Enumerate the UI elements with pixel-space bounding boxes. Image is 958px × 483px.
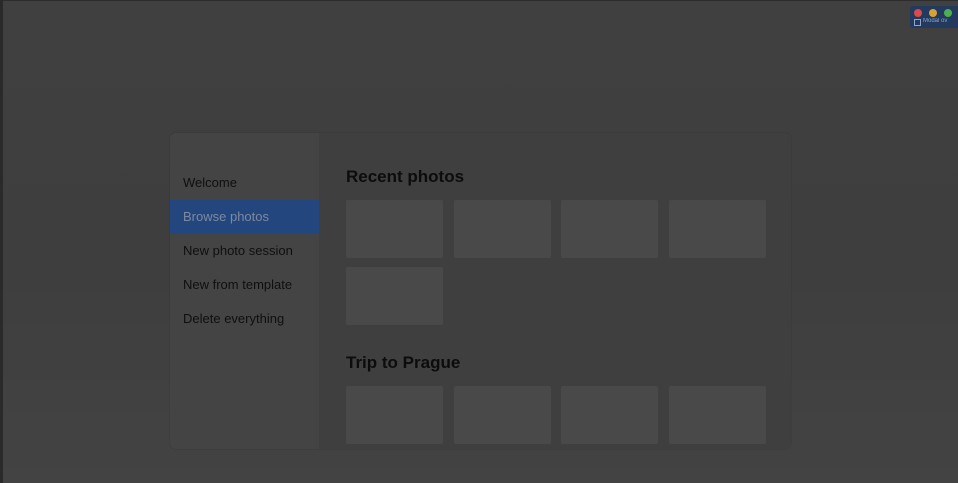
photo-thumbnail[interactable] [346, 200, 443, 258]
sidebar-item-new-from-template[interactable]: New from template [170, 268, 319, 302]
checkbox-icon [914, 19, 921, 26]
photo-thumbnail[interactable] [669, 200, 766, 258]
photo-browser: Recent photos Trip to Prague [319, 133, 791, 449]
top-border [0, 0, 958, 1]
sidebar-item-new-photo-session[interactable]: New photo session [170, 234, 319, 268]
photo-dialog: Welcome Browse photos New photo session … [170, 133, 791, 449]
sidebar: Welcome Browse photos New photo session … [170, 133, 319, 449]
maximize-dot-icon[interactable] [944, 9, 952, 17]
sidebar-item-delete-everything[interactable]: Delete everything [170, 302, 319, 336]
close-dot-icon[interactable] [914, 9, 922, 17]
photo-thumbnail[interactable] [669, 386, 766, 444]
window-controls: Modal ov [910, 6, 958, 28]
photo-thumbnail[interactable] [561, 386, 658, 444]
sidebar-item-browse-photos[interactable]: Browse photos [170, 200, 319, 234]
photo-thumbnail[interactable] [346, 267, 443, 325]
left-border [0, 0, 3, 483]
corner-label: Modal ov [923, 18, 948, 24]
photo-thumbnail[interactable] [346, 386, 443, 444]
section-title-recent-photos: Recent photos [346, 167, 465, 186]
photo-thumbnail[interactable] [561, 200, 658, 258]
photo-thumbnail[interactable] [454, 386, 551, 444]
minimize-dot-icon[interactable] [929, 9, 937, 17]
sidebar-item-welcome[interactable]: Welcome [170, 166, 319, 200]
photo-thumbnail[interactable] [454, 200, 551, 258]
section-title-trip-to-prague: Trip to Prague [346, 353, 461, 372]
